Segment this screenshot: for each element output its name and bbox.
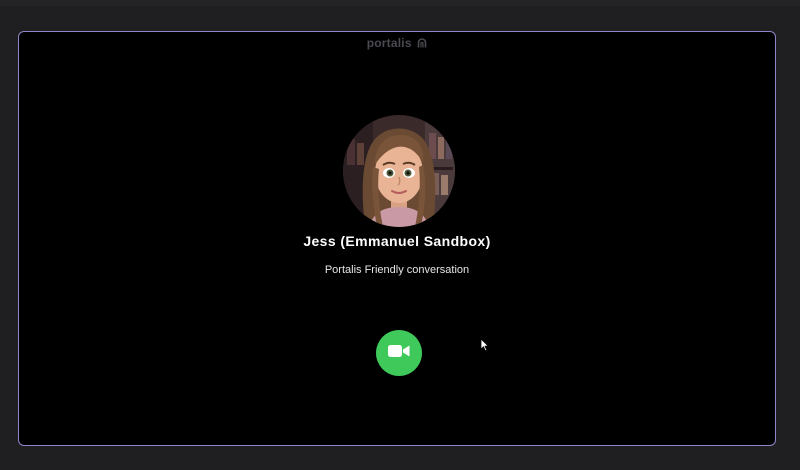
mouse-pointer-icon xyxy=(480,338,490,352)
agent-description: Portalis Friendly conversation xyxy=(324,264,470,276)
portalis-arch-icon xyxy=(417,37,427,51)
agent-name: Jess (Emmanuel Sandbox) xyxy=(303,233,491,249)
page: portalis Jess (Emmanuel Sandbox) Portali… xyxy=(0,0,800,470)
top-strip xyxy=(0,0,800,6)
brand-name: portalis xyxy=(366,36,412,50)
video-camera-icon xyxy=(388,343,410,364)
start-video-call-button[interactable] xyxy=(376,330,422,376)
call-frame: portalis Jess (Emmanuel Sandbox) Portali… xyxy=(18,31,776,446)
agent-avatar xyxy=(343,115,455,227)
brand-logo: portalis xyxy=(19,36,775,51)
